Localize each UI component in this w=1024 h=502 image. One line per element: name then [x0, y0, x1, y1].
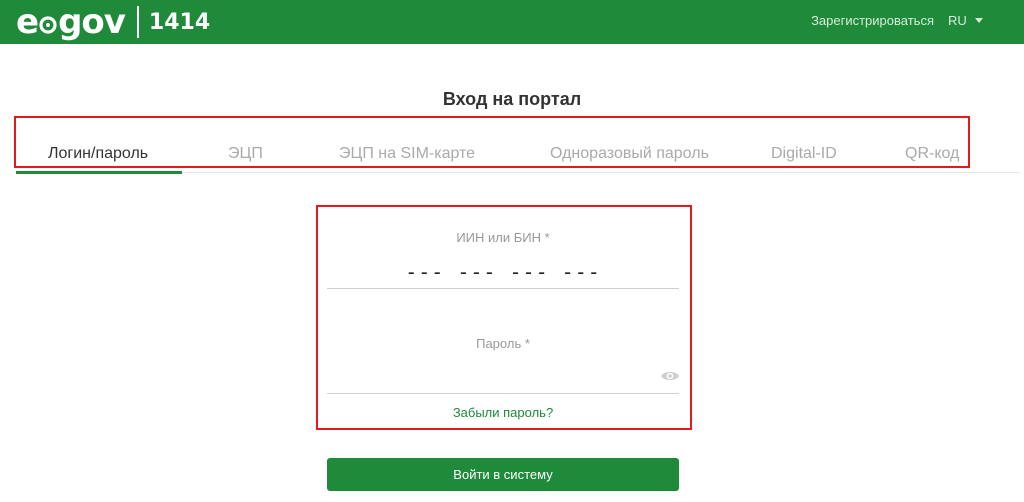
- password-input[interactable]: [327, 364, 647, 390]
- logo-divider: [136, 6, 139, 38]
- iin-underline: [327, 288, 679, 289]
- tab-login-password[interactable]: Логин/пароль: [48, 145, 148, 163]
- logo-number: 1414: [148, 9, 211, 35]
- tab-digital-id[interactable]: Digital-ID: [771, 145, 837, 163]
- tab-eds[interactable]: ЭЦП: [228, 145, 263, 163]
- password-label: Пароль *: [476, 336, 530, 351]
- tab-qr-code[interactable]: QR-код: [905, 145, 959, 163]
- egov-logo[interactable]: e gov 1414: [16, 2, 210, 42]
- page-title: Вход на портал: [442, 89, 582, 109]
- register-link[interactable]: Зарегистрироваться: [811, 13, 934, 28]
- top-header: e gov 1414 Зарегистрироваться RU: [0, 0, 1024, 44]
- logo-text-gov: gov: [58, 2, 126, 42]
- tab-eds-sim[interactable]: ЭЦП на SIM-карте: [339, 145, 475, 163]
- eye-icon[interactable]: [660, 369, 680, 383]
- iin-input[interactable]: [327, 258, 679, 286]
- login-button[interactable]: Войти в систему: [327, 458, 679, 491]
- language-label: RU: [948, 13, 967, 28]
- iin-label: ИИН или БИН *: [456, 230, 550, 245]
- tab-one-time-password[interactable]: Одноразовый пароль: [550, 145, 709, 163]
- language-selector[interactable]: RU: [948, 13, 983, 28]
- chevron-down-icon: [974, 18, 983, 23]
- logo-text-e: e: [16, 2, 39, 42]
- password-underline: [327, 393, 679, 394]
- logo-bulb-icon: [39, 16, 57, 34]
- forgot-password-link[interactable]: Забыли пароль?: [327, 405, 679, 420]
- active-tab-indicator: [16, 171, 182, 174]
